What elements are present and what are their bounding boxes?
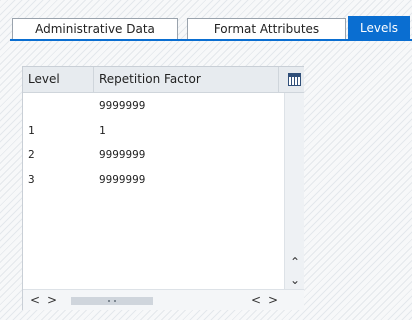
levels-table: Level Repetition Factor 9999999 1 1 2 99… bbox=[22, 66, 304, 310]
table-row[interactable]: 9999999 bbox=[23, 94, 284, 119]
tab-format-attributes[interactable]: Format Attributes bbox=[187, 18, 346, 40]
tab-administrative-data[interactable]: Administrative Data bbox=[12, 18, 178, 40]
horizontal-scroll-thumb[interactable] bbox=[71, 297, 153, 305]
tab-underline bbox=[10, 39, 412, 41]
table-body: 9999999 1 1 2 9999999 3 9999999 bbox=[23, 94, 284, 192]
repetition-factor-cell: 1 bbox=[99, 123, 106, 137]
repetition-factor-cell: 9999999 bbox=[99, 148, 146, 161]
table-row[interactable]: 2 9999999 bbox=[23, 143, 284, 168]
repetition-factor-cell: 9999999 bbox=[99, 99, 146, 112]
column-header-repetition-factor[interactable]: Repetition Factor bbox=[99, 67, 279, 93]
level-cell: 1 bbox=[28, 123, 35, 137]
tab-levels[interactable]: Levels bbox=[348, 16, 410, 40]
table-settings-icon bbox=[288, 73, 301, 86]
table-row[interactable]: 3 9999999 bbox=[23, 168, 284, 193]
repetition-factor-cell: 9999999 bbox=[99, 172, 146, 186]
column-header-level[interactable]: Level bbox=[28, 67, 94, 93]
scroll-right-icon[interactable]: > bbox=[45, 292, 59, 308]
scroll-down-icon[interactable]: ⌄ bbox=[285, 271, 305, 289]
table-settings-button[interactable] bbox=[284, 67, 304, 93]
scroll-up-icon[interactable]: ⌃ bbox=[285, 253, 305, 271]
grip-icon bbox=[108, 300, 116, 302]
scroll-left-icon[interactable]: < bbox=[249, 292, 263, 308]
vertical-scrollbar[interactable]: ⌃ ⌄ bbox=[284, 93, 304, 289]
table-header: Level Repetition Factor bbox=[23, 67, 284, 93]
level-cell: 3 bbox=[28, 172, 35, 186]
scroll-left-icon[interactable]: < bbox=[28, 292, 42, 308]
scroll-right-icon[interactable]: > bbox=[266, 292, 280, 308]
table-row[interactable]: 1 1 bbox=[23, 119, 284, 144]
level-cell: 2 bbox=[28, 148, 35, 161]
horizontal-scrollbar[interactable]: < > < > bbox=[23, 289, 304, 310]
tab-strip: Administrative Data Format Attributes Le… bbox=[10, 13, 412, 41]
